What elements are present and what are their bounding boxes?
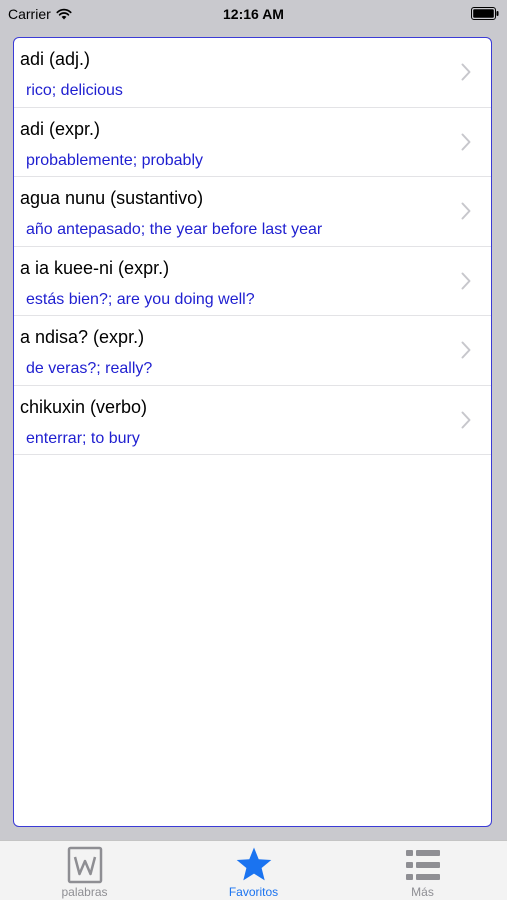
entry-term: chikuxin (verbo) — [20, 396, 148, 417]
entry-gloss: enterrar; to bury — [26, 429, 140, 447]
entry-gloss: rico; delicious — [26, 82, 123, 99]
list-item[interactable]: agua nunu (sustantivo) año antepasado; t… — [14, 177, 491, 247]
list-item[interactable]: adi (expr.) probablemente; probably — [14, 108, 491, 177]
chevron-right-icon — [461, 63, 471, 81]
star-icon — [236, 847, 271, 881]
list-icon — [405, 850, 440, 880]
list-item[interactable]: a ia kuee-ni (expr.) estás bien?; are yo… — [14, 247, 491, 316]
entry-gloss: de veras?; really? — [26, 360, 153, 377]
chevron-right-icon — [461, 133, 471, 150]
tab-label: Favoritos — [228, 885, 279, 899]
entry-term: a ia kuee-ni (expr.) — [20, 257, 170, 278]
entry-term: a ndisa? (expr.) — [20, 327, 145, 347]
chevron-right-icon — [461, 411, 471, 428]
tab-favoritos[interactable]: Favoritos — [169, 841, 338, 900]
tab-mas[interactable]: Más — [338, 841, 507, 900]
status-bar: Carrier 12:16 AM — [0, 0, 507, 28]
chevron-right-icon — [461, 202, 471, 220]
entry-gloss: año antepasado; the year before last yea… — [26, 221, 323, 238]
chevron-right-icon — [461, 272, 471, 289]
entry-term: agua nunu (sustantivo) — [20, 188, 204, 208]
list-item[interactable]: a ndisa? (expr.) de veras?; really? — [14, 316, 491, 386]
word-icon — [67, 846, 102, 884]
battery-icon — [471, 7, 499, 20]
tab-bar: palabras Favoritos Más — [0, 840, 507, 900]
status-time: 12:16 AM — [223, 6, 284, 22]
tab-label: palabras — [61, 885, 108, 899]
tab-label: Más — [411, 885, 434, 899]
favorites-list: adi (adj.) rico; delicious adi (expr.) p… — [13, 37, 492, 827]
list-item[interactable]: chikuxin (verbo) enterrar; to bury — [14, 386, 491, 455]
entry-gloss: probablemente; probably — [26, 151, 204, 169]
chevron-right-icon — [461, 341, 471, 359]
list-item[interactable]: adi (adj.) rico; delicious — [14, 38, 491, 108]
tab-palabras[interactable]: palabras — [0, 841, 169, 900]
entry-gloss: estás bien?; are you doing well? — [26, 290, 255, 308]
entry-term: adi (adj.) — [20, 49, 91, 69]
entry-term: adi (expr.) — [20, 118, 101, 139]
